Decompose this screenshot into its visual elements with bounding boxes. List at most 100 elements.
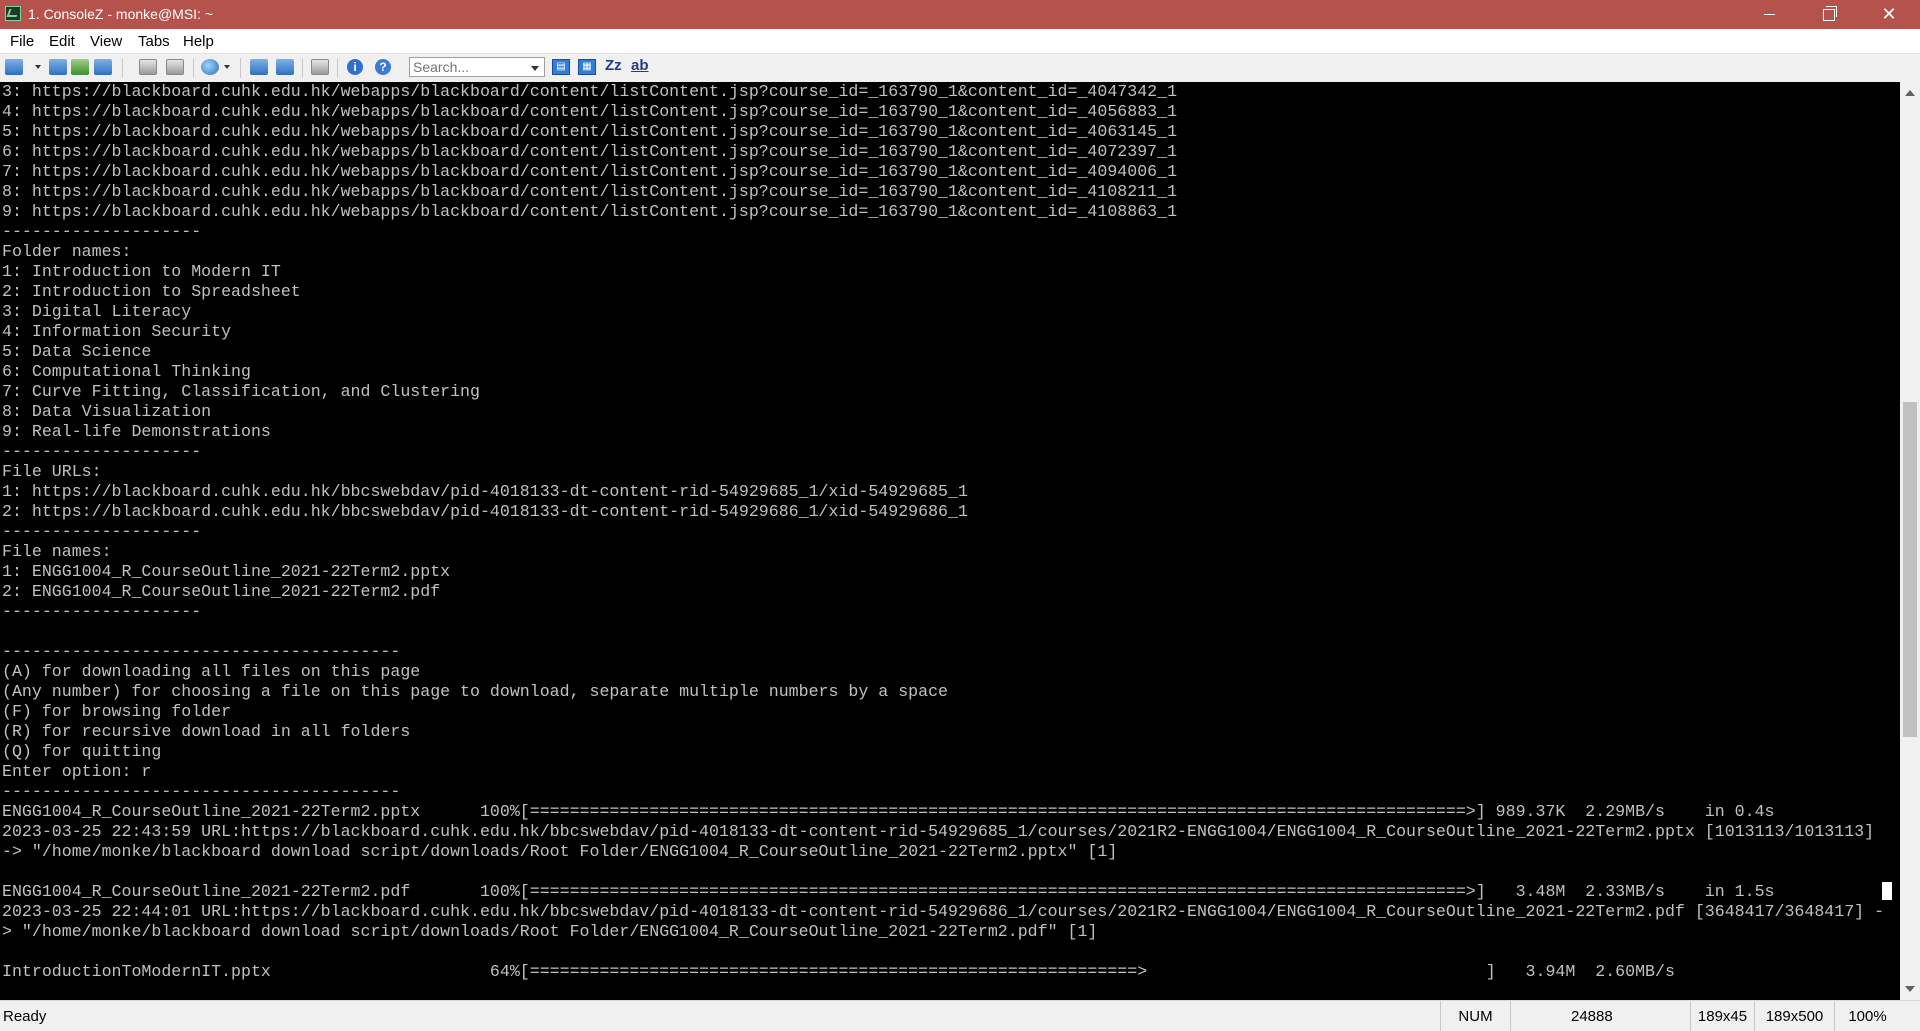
globe-dropdown-icon[interactable] [224, 65, 230, 69]
globe-icon[interactable] [201, 59, 219, 75]
terminal-line: 3: Digital Literacy [2, 302, 192, 321]
console-app-icon [5, 6, 21, 21]
minimize-icon [1763, 14, 1775, 15]
terminal-line: 6: Computational Thinking [2, 362, 251, 381]
terminal-view[interactable]: 3: https://blackboard.cuhk.edu.hk/webapp… [0, 82, 1900, 1000]
menu-tabs[interactable]: Tabs [138, 33, 170, 50]
terminal-line: 2023-03-25 22:44:01 URL:https://blackboa… [2, 902, 1885, 921]
menu-edit[interactable]: Edit [49, 33, 75, 50]
terminal-line: 7: Curve Fitting, Classification, and Cl… [2, 382, 480, 401]
terminal-line: File URLs: [2, 462, 102, 481]
terminal-line: ---------------------------------------- [2, 782, 401, 801]
scroll-thumb[interactable] [1903, 402, 1917, 737]
menu-bar: File Edit View Tabs Help [0, 29, 1920, 53]
status-ready: Ready [3, 1008, 47, 1025]
terminal-line: -------------------- [2, 222, 202, 241]
toolbar-separator [337, 58, 338, 78]
terminal-line: (Any number) for choosing a file on this… [2, 682, 948, 701]
help-icon[interactable]: ? [375, 59, 391, 75]
restore-icon [1823, 5, 1837, 21]
menu-file[interactable]: File [10, 33, 34, 50]
terminal-line: File names: [2, 542, 112, 561]
terminal-line: 2: ENGG1004_R_CourseOutline_2021-22Term2… [2, 582, 441, 601]
window-title: 1. ConsoleZ - monke@MSI: ~ [28, 6, 214, 22]
terminal-line: -------------------- [2, 442, 202, 461]
status-console-size: 189x45 [1690, 1001, 1754, 1031]
new-tab-dropdown-icon[interactable] [35, 65, 41, 69]
terminal-line: -------------------- [2, 522, 202, 541]
terminal-line: 6: https://blackboard.cuhk.edu.hk/webapp… [2, 142, 1178, 161]
terminal-line: 1: https://blackboard.cuhk.edu.hk/bbcswe… [2, 482, 968, 501]
terminal-line: 2023-03-25 22:43:59 URL:https://blackboa… [2, 822, 1875, 841]
terminal-line: 3: https://blackboard.cuhk.edu.hk/webapp… [2, 82, 1178, 101]
terminal-line: (A) for downloading all files on this pa… [2, 662, 421, 681]
search-input[interactable] [409, 57, 545, 77]
terminal-line: 2: Introduction to Spreadsheet [2, 282, 301, 301]
terminal-line: (F) for browsing folder [2, 702, 232, 721]
terminal-line: ENGG1004_R_CourseOutline_2021-22Term2.pp… [2, 802, 1775, 821]
toolbar-separator [240, 58, 241, 78]
scroll-down-icon[interactable] [1905, 986, 1915, 992]
terminal-line: ---------------------------------------- [2, 642, 401, 661]
close-icon: ✕ [1881, 4, 1897, 24]
status-value: 24888 [1510, 1001, 1650, 1031]
title-bar[interactable]: 1. ConsoleZ - monke@MSI: ~ ✕ [0, 0, 1920, 29]
minimize-button[interactable] [1746, 0, 1792, 29]
toolbar-separator [122, 58, 123, 78]
toolbar-separator [302, 58, 303, 78]
close-tab-icon[interactable] [94, 59, 112, 75]
search-dropdown-icon[interactable] [531, 66, 539, 71]
terminal-line: 7: https://blackboard.cuhk.edu.hk/webapp… [2, 162, 1178, 181]
copy-icon[interactable] [139, 59, 157, 75]
close-button[interactable]: ✕ [1866, 0, 1912, 29]
terminal-line: IntroductionToModernIT.pptx 64%[========… [2, 962, 1675, 981]
terminal-line: 2: https://blackboard.cuhk.edu.hk/bbcswe… [2, 502, 968, 521]
menu-view[interactable]: View [90, 33, 122, 50]
terminal-line: 5: Data Science [2, 342, 152, 361]
terminal-line: ENGG1004_R_CourseOutline_2021-22Term2.pd… [2, 882, 1775, 901]
terminal-line: 4: https://blackboard.cuhk.edu.hk/webapp… [2, 102, 1178, 121]
status-buffer-size: 189x500 [1754, 1001, 1834, 1031]
terminal-line: (R) for recursive download in all folder… [2, 722, 411, 741]
terminal-line: -> "/home/monke/blackboard download scri… [2, 842, 1118, 861]
toolbar: i ? ▤ ▦ Zz ab [0, 53, 1920, 83]
terminal-line: -------------------- [2, 602, 202, 621]
case-toggle-button[interactable]: Zz [605, 57, 622, 74]
status-zoom: 100% [1834, 1001, 1900, 1031]
terminal-cursor [1882, 882, 1892, 900]
settings-icon[interactable] [311, 59, 329, 75]
restore-button[interactable] [1806, 0, 1852, 29]
vertical-scrollbar[interactable] [1900, 82, 1920, 1000]
terminal-line: 1: Introduction to Modern IT [2, 262, 281, 281]
group-icon[interactable] [250, 59, 268, 75]
info-icon[interactable]: i [347, 59, 363, 75]
scroll-up-icon[interactable] [1905, 90, 1915, 96]
terminal-line: (Q) for quitting [2, 742, 162, 761]
match-case-icon[interactable]: ▤ [552, 59, 570, 75]
paste-icon[interactable] [166, 59, 184, 75]
menu-help[interactable]: Help [183, 33, 214, 50]
split-tab-icon[interactable] [71, 59, 89, 75]
terminal-line: 1: ENGG1004_R_CourseOutline_2021-22Term2… [2, 562, 451, 581]
status-bar: Ready NUM 24888 189x45 189x500 100% [0, 1000, 1920, 1031]
match-whole-word-icon[interactable]: ▦ [578, 59, 596, 75]
terminal-output: 3: https://blackboard.cuhk.edu.hk/webapp… [0, 82, 1900, 982]
terminal-line: 8: Data Visualization [2, 402, 212, 421]
status-num-lock: NUM [1440, 1001, 1510, 1031]
terminal-line: Enter option: r [2, 762, 152, 781]
terminal-line: > "/home/monke/blackboard download scrip… [2, 922, 1098, 941]
ungroup-icon[interactable] [276, 59, 294, 75]
word-toggle-button[interactable]: ab [631, 57, 649, 74]
terminal-line: 5: https://blackboard.cuhk.edu.hk/webapp… [2, 122, 1178, 141]
terminal-line: Folder names: [2, 242, 132, 261]
toolbar-separator [193, 58, 194, 78]
new-window-icon[interactable] [49, 59, 67, 75]
terminal-line: 8: https://blackboard.cuhk.edu.hk/webapp… [2, 182, 1178, 201]
new-tab-icon[interactable] [5, 59, 23, 75]
terminal-line: 9: https://blackboard.cuhk.edu.hk/webapp… [2, 202, 1178, 221]
terminal-line: 4: Information Security [2, 322, 232, 341]
terminal-line: 9: Real-life Demonstrations [2, 422, 271, 441]
